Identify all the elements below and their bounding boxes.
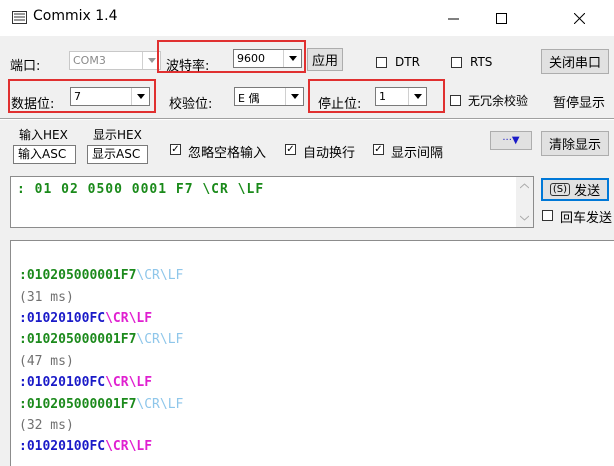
app-icon bbox=[12, 11, 27, 24]
dtr-label: DTR bbox=[395, 55, 420, 69]
baud-select[interactable]: 9600 bbox=[233, 49, 302, 68]
chevron-down-icon bbox=[520, 215, 529, 221]
display-hex-option[interactable]: 显示HEX bbox=[93, 126, 142, 143]
checkmark-icon: ✓ bbox=[171, 143, 180, 155]
minimize-icon bbox=[447, 18, 459, 19]
receive-line: :01020100FC\CR\LF bbox=[19, 375, 153, 390]
rts-checkbox[interactable] bbox=[451, 57, 462, 68]
chevron-down-icon bbox=[283, 50, 301, 67]
ignore-space-checkbox[interactable]: ✓ bbox=[170, 144, 181, 155]
receive-interval: (31 ms) bbox=[19, 290, 74, 305]
checkmark-icon: ✓ bbox=[374, 143, 383, 155]
auto-wrap-label: 自动换行 bbox=[303, 146, 356, 161]
receive-display[interactable]: :010205000001F7\CR\LF (31 ms) :01020100F… bbox=[10, 240, 614, 466]
input-hex-option[interactable]: 输入HEX bbox=[19, 126, 68, 143]
baud-value: 9600 bbox=[237, 52, 265, 65]
divider-highlight bbox=[0, 119, 614, 120]
receive-interval: (47 ms) bbox=[19, 354, 74, 369]
stopbits-select[interactable]: 1 bbox=[375, 87, 427, 106]
port-select[interactable]: COM3 bbox=[69, 51, 161, 70]
send-button[interactable]: (S) 发送 bbox=[541, 178, 609, 201]
no-redundant-checkbox[interactable] bbox=[450, 95, 461, 106]
receive-line: :01020100FC\CR\LF bbox=[19, 311, 153, 326]
receive-line: :01020100FC\CR\LF bbox=[19, 439, 153, 454]
checkmark-icon: ✓ bbox=[286, 143, 295, 155]
enter-send-label: 回车发送 bbox=[560, 211, 613, 226]
dtr-checkbox[interactable] bbox=[376, 57, 387, 68]
receive-line: :010205000001F7\CR\LF bbox=[19, 332, 184, 347]
databits-select[interactable]: 7 bbox=[70, 87, 150, 106]
send-hotkey: (S) bbox=[549, 183, 571, 196]
apply-button[interactable]: 应用 bbox=[307, 48, 343, 71]
minimize-button[interactable] bbox=[430, 0, 476, 36]
ignore-space-label: 忽略空格输入 bbox=[188, 146, 267, 161]
window-title: Commix 1.4 bbox=[33, 8, 118, 24]
port-value: COM3 bbox=[73, 54, 106, 67]
enter-send-checkbox[interactable] bbox=[542, 210, 553, 221]
stopbits-label: 停止位: bbox=[318, 97, 362, 112]
close-icon bbox=[573, 12, 585, 24]
close-port-button[interactable]: 关闭串口 bbox=[541, 49, 609, 74]
receive-interval: (32 ms) bbox=[19, 418, 74, 433]
databits-label: 数据位: bbox=[11, 97, 55, 112]
receive-line: :010205000001F7\CR\LF bbox=[19, 268, 184, 283]
input-asc-option[interactable]: 输入ASC bbox=[13, 145, 76, 164]
send-button-label: 发送 bbox=[574, 184, 601, 199]
parity-label: 校验位: bbox=[169, 97, 213, 112]
receive-line: :010205000001F7\CR\LF bbox=[19, 397, 184, 412]
auto-wrap-checkbox[interactable]: ✓ bbox=[285, 144, 296, 155]
title-bar: Commix 1.4 bbox=[0, 0, 614, 36]
chevron-down-icon bbox=[285, 88, 303, 105]
parity-value: E 偶 bbox=[238, 92, 260, 105]
send-text: : 01 02 0500 0001 F7 \CR \LF bbox=[17, 182, 265, 197]
send-scrollbar[interactable] bbox=[516, 177, 533, 227]
baud-label: 波特率: bbox=[166, 59, 210, 74]
show-interval-label: 显示间隔 bbox=[391, 146, 444, 161]
show-interval-checkbox[interactable]: ✓ bbox=[373, 144, 384, 155]
pause-display-button[interactable]: 暂停显示 bbox=[553, 92, 605, 111]
chevron-up-icon bbox=[520, 183, 529, 189]
send-input[interactable]: : 01 02 0500 0001 F7 \CR \LF bbox=[10, 176, 534, 228]
chevron-down-icon bbox=[131, 88, 149, 105]
maximize-icon bbox=[495, 12, 507, 24]
stopbits-value: 1 bbox=[379, 90, 386, 103]
rts-label: RTS bbox=[470, 55, 493, 69]
maximize-button[interactable] bbox=[476, 0, 526, 36]
parity-select[interactable]: E 偶 bbox=[234, 87, 304, 106]
port-label: 端口: bbox=[10, 59, 41, 74]
more-options-button[interactable]: ···▼ bbox=[490, 131, 532, 150]
chevron-down-icon bbox=[408, 88, 426, 105]
close-window-button[interactable] bbox=[544, 0, 614, 36]
display-asc-option[interactable]: 显示ASC bbox=[87, 145, 148, 164]
no-redundant-label: 无冗余校验 bbox=[468, 94, 529, 108]
databits-value: 7 bbox=[74, 90, 81, 103]
clear-display-button[interactable]: 清除显示 bbox=[541, 131, 609, 156]
